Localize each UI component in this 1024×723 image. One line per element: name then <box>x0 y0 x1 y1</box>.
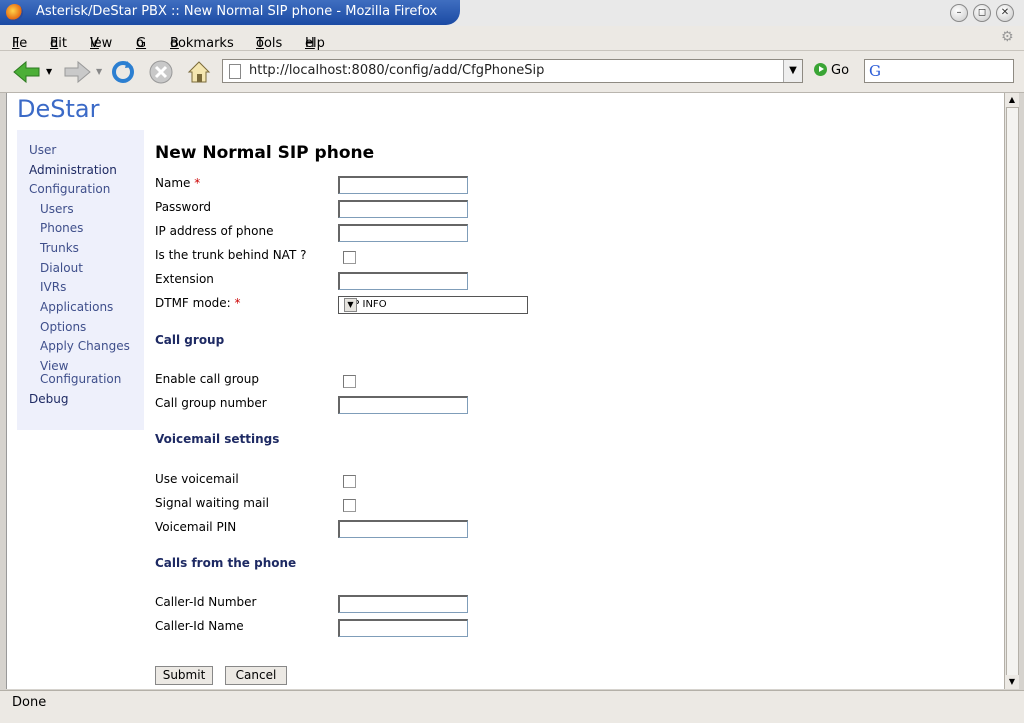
url-dropdown-icon[interactable]: ▼ <box>783 60 802 82</box>
throbber-icon: ⚙ <box>1001 29 1014 45</box>
required-mark: * <box>194 176 201 190</box>
scroll-down-icon[interactable]: ▼ <box>1005 675 1019 689</box>
ip-address-label: IP address of phone <box>155 224 274 238</box>
enable-call-group-label: Enable call group <box>155 372 259 386</box>
stop-icon[interactable] <box>148 59 174 85</box>
voicemail-pin-input[interactable] <box>338 520 468 538</box>
url-bar[interactable]: http://localhost:8080/config/add/CfgPhon… <box>222 59 803 83</box>
go-button[interactable]: Go <box>814 63 849 78</box>
status-bar: Done <box>0 690 1024 723</box>
section-calls-from-phone: Calls from the phone <box>155 556 297 570</box>
callerid-number-label: Caller-Id Number <box>155 595 257 609</box>
back-arrow-icon[interactable] <box>12 59 42 85</box>
name-input[interactable] <box>338 176 468 194</box>
menu-label-rest: o <box>136 36 144 51</box>
call-group-number-input[interactable] <box>338 396 468 414</box>
name-label-text: Name <box>155 176 191 190</box>
reload-icon[interactable] <box>110 59 136 85</box>
sidebar: User Administration Configuration Users … <box>17 130 144 430</box>
title-tab: Asterisk/DeStar PBX :: New Normal SIP ph… <box>0 0 460 25</box>
menu-bar: File Edit View Go Bookmarks Tools Help ⚙ <box>0 26 1024 51</box>
destar-logo: DeStar <box>17 95 100 123</box>
use-voicemail-label: Use voicemail <box>155 472 239 486</box>
back-dropdown-icon[interactable]: ▼ <box>46 67 52 93</box>
url-text[interactable]: http://localhost:8080/config/add/CfgPhon… <box>249 63 544 78</box>
menu-label-rest: elp <box>305 36 325 51</box>
page-title: New Normal SIP phone <box>155 143 375 163</box>
sidebar-item-user[interactable]: User <box>29 143 56 157</box>
page-content: DeStar User Administration Configuration… <box>6 93 1005 689</box>
required-mark: * <box>234 296 241 310</box>
cancel-button[interactable]: Cancel <box>225 666 287 685</box>
callerid-name-input[interactable] <box>338 619 468 637</box>
sidebar-item-view-configuration[interactable]: Configuration <box>40 372 121 386</box>
forward-dropdown-icon[interactable]: ▼ <box>96 67 102 93</box>
dtmf-label: DTMF mode: * <box>155 296 241 310</box>
vertical-scrollbar[interactable]: ▲ ▼ <box>1004 93 1019 689</box>
ip-address-input[interactable] <box>338 224 468 242</box>
status-text: Done <box>12 695 47 710</box>
scroll-thumb[interactable] <box>1006 107 1019 677</box>
forward-arrow-icon[interactable] <box>62 59 92 85</box>
signal-waiting-label: Signal waiting mail <box>155 496 269 510</box>
password-label: Password <box>155 200 212 214</box>
dtmf-label-text: DTMF mode: <box>155 296 231 310</box>
maximize-button[interactable]: ◻ <box>973 4 991 22</box>
callerid-name-label: Caller-Id Name <box>155 619 244 633</box>
menu-label-rest: ile <box>12 36 28 51</box>
sidebar-item-options[interactable]: Options <box>40 320 86 334</box>
sidebar-item-configuration[interactable]: Configuration <box>29 182 110 196</box>
sidebar-item-users[interactable]: Users <box>40 202 74 216</box>
name-label: Name * <box>155 176 200 190</box>
signal-waiting-checkbox[interactable] <box>343 499 356 512</box>
section-voicemail: Voicemail settings <box>155 432 280 446</box>
extension-label: Extension <box>155 272 214 286</box>
callerid-number-input[interactable] <box>338 595 468 613</box>
firefox-icon <box>6 4 23 21</box>
extension-input[interactable] <box>338 272 468 290</box>
nat-label: Is the trunk behind NAT ? <box>155 248 307 262</box>
title-bar: Asterisk/DeStar PBX :: New Normal SIP ph… <box>0 0 1024 26</box>
nat-checkbox[interactable] <box>343 251 356 264</box>
use-voicemail-checkbox[interactable] <box>343 475 356 488</box>
password-input[interactable] <box>338 200 468 218</box>
enable-call-group-checkbox[interactable] <box>343 375 356 388</box>
sidebar-item-dialout[interactable]: Dialout <box>40 261 83 275</box>
go-label: Go <box>831 63 850 78</box>
sidebar-item-debug[interactable]: Debug <box>29 392 68 406</box>
page-icon <box>229 64 241 79</box>
sidebar-item-administration[interactable]: Administration <box>29 163 117 177</box>
go-icon <box>814 63 827 76</box>
google-search-icon[interactable]: G <box>869 62 881 80</box>
menu-label-rest: dit <box>50 36 67 51</box>
menu-label-rest: ookmarks <box>170 36 234 51</box>
sidebar-item-apply-changes[interactable]: Apply Changes <box>40 339 130 353</box>
menu-label-rest: iew <box>90 36 113 51</box>
close-button[interactable]: ✕ <box>996 4 1014 22</box>
chevron-down-icon[interactable]: ▼ <box>344 298 357 312</box>
navigation-toolbar: ▼ ▼ http://localhost:8080/config/add/Cfg… <box>0 51 1024 93</box>
home-icon[interactable] <box>186 59 212 85</box>
sidebar-item-trunks[interactable]: Trunks <box>40 241 79 255</box>
voicemail-pin-label: Voicemail PIN <box>155 520 237 534</box>
minimize-button[interactable]: – <box>950 4 968 22</box>
scroll-up-icon[interactable]: ▲ <box>1005 93 1019 107</box>
sidebar-item-phones[interactable]: Phones <box>40 221 83 235</box>
sidebar-item-applications[interactable]: Applications <box>40 300 113 314</box>
call-group-number-label: Call group number <box>155 396 267 410</box>
menu-label-rest: ools <box>256 36 283 51</box>
submit-button[interactable]: Submit <box>155 666 213 685</box>
window-title: Asterisk/DeStar PBX :: New Normal SIP ph… <box>36 4 438 19</box>
sidebar-item-ivrs[interactable]: IVRs <box>40 280 66 294</box>
search-box[interactable]: G <box>864 59 1014 83</box>
dtmf-mode-select[interactable]: SIP INFO ▼ <box>338 296 528 314</box>
section-call-group: Call group <box>155 333 225 347</box>
sidebar-item-view[interactable]: View <box>40 359 68 373</box>
